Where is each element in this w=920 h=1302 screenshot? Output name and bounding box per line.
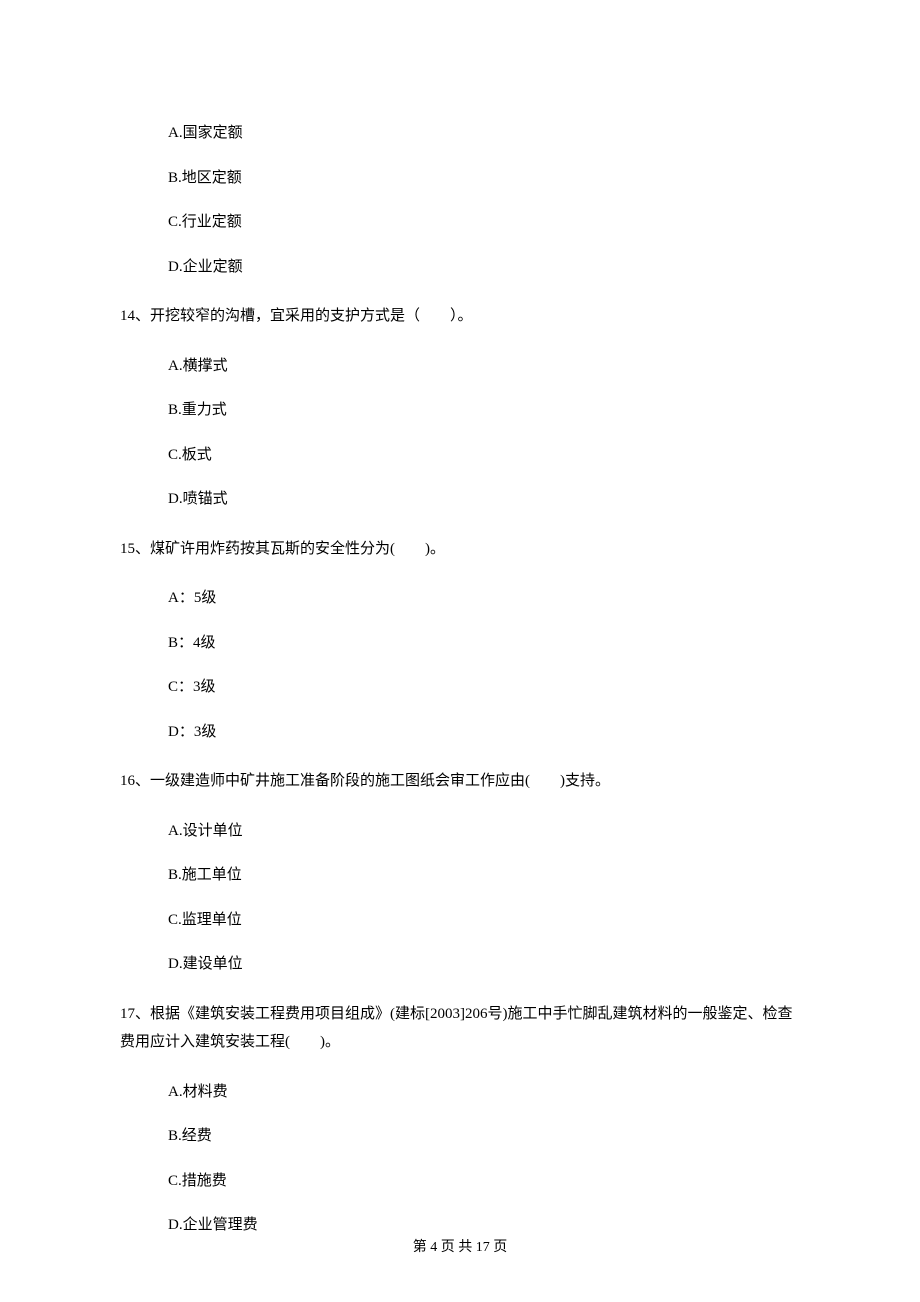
page: A.国家定额 B.地区定额 C.行业定额 D.企业定额 14、开挖较窄的沟槽，宜… xyxy=(0,0,920,1302)
q17-option-b: B.经费 xyxy=(168,1125,800,1148)
q15-text: 15、煤矿许用炸药按其瓦斯的安全性分为( )。 xyxy=(120,535,800,564)
q14-option-c: C.板式 xyxy=(168,444,800,467)
q14-option-d: D.喷锚式 xyxy=(168,488,800,511)
q16-option-c: C.监理单位 xyxy=(168,909,800,932)
q16-option-d: D.建设单位 xyxy=(168,953,800,976)
q16-option-a: A.设计单位 xyxy=(168,820,800,843)
q17-option-c: C.措施费 xyxy=(168,1170,800,1193)
q17-option-a: A.材料费 xyxy=(168,1081,800,1104)
page-footer: 第 4 页 共 17 页 xyxy=(0,1237,920,1258)
q16-text: 16、一级建造师中矿井施工准备阶段的施工图纸会审工作应由( )支持。 xyxy=(120,767,800,796)
q13-option-d: D.企业定额 xyxy=(168,256,800,279)
q16-option-b: B.施工单位 xyxy=(168,864,800,887)
q14-option-a: A.横撑式 xyxy=(168,355,800,378)
q14-text: 14、开挖较窄的沟槽，宜采用的支护方式是（ ）。 xyxy=(120,302,800,331)
q13-option-a: A.国家定额 xyxy=(168,122,800,145)
q15-option-c: C：3级 xyxy=(168,676,800,699)
q17-text: 17、根据《建筑安装工程费用项目组成》(建标[2003]206号)施工中手忙脚乱… xyxy=(120,1000,800,1057)
q14-option-b: B.重力式 xyxy=(168,399,800,422)
q15-option-d: D：3级 xyxy=(168,721,800,744)
q15-option-a: A：5级 xyxy=(168,587,800,610)
q15-option-b: B：4级 xyxy=(168,632,800,655)
q17-option-d: D.企业管理费 xyxy=(168,1214,800,1237)
q13-option-c: C.行业定额 xyxy=(168,211,800,234)
q13-option-b: B.地区定额 xyxy=(168,167,800,190)
